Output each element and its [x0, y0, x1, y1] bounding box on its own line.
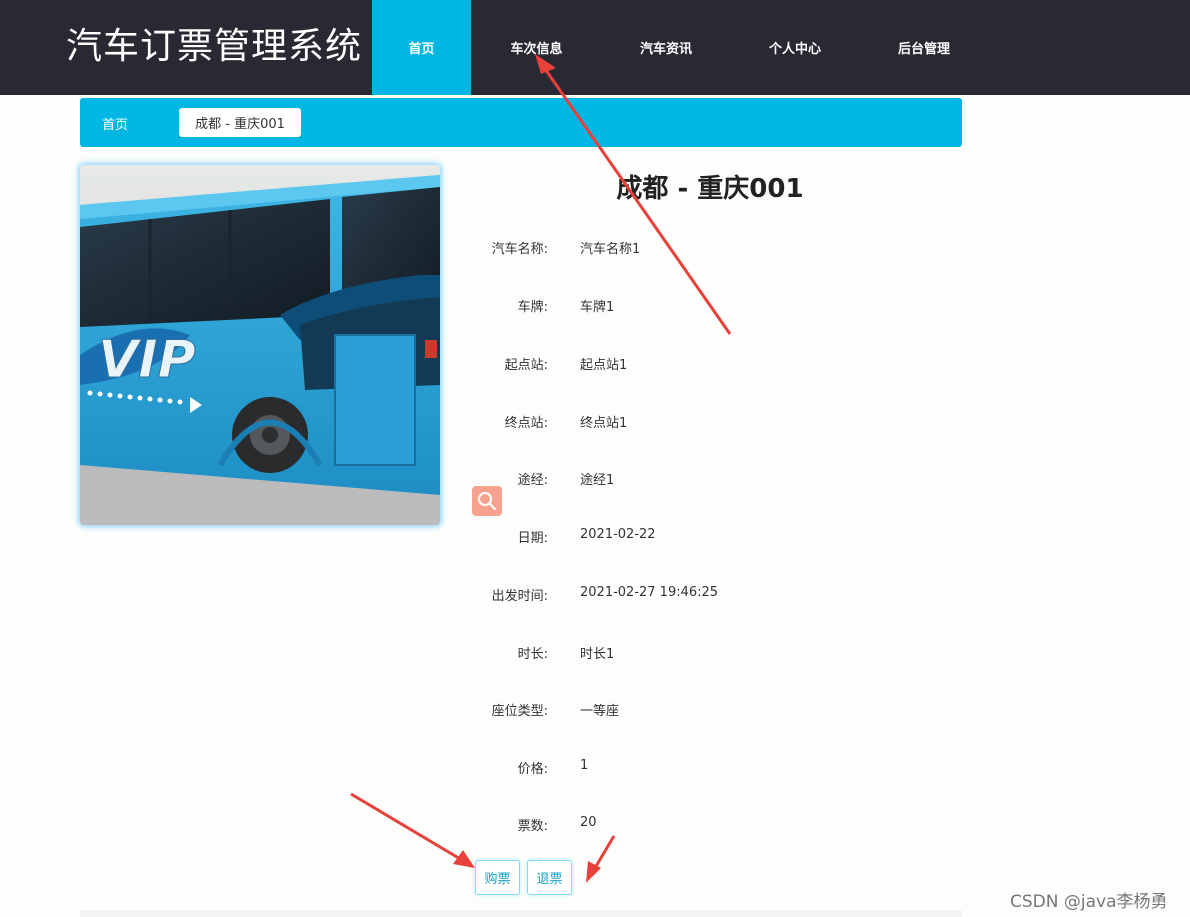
breadcrumb-home-link[interactable]: 首页: [102, 114, 128, 133]
field-label-duration: 时长:: [517, 647, 548, 662]
zoom-image-button[interactable]: [472, 486, 502, 516]
field-label-departure-time: 出发时间:: [491, 589, 548, 604]
main-nav: 首页 车次信息 汽车资讯 个人中心 后台管理: [372, 0, 988, 95]
field-label-plate: 车牌:: [517, 300, 548, 315]
field-label-seat-type: 座位类型:: [491, 704, 548, 719]
field-value-start-station: 起点站1: [580, 358, 628, 373]
arrow-to-refund-button: [590, 835, 616, 874]
field-value-departure-time: 2021-02-27 19:46:25: [580, 585, 719, 600]
magnifier-icon: [478, 492, 497, 511]
field-label-end-station: 终点站:: [504, 416, 548, 431]
bus-photo: VIP: [80, 165, 440, 525]
trip-title: 成都 - 重庆001: [616, 174, 804, 204]
field-value-plate: 车牌1: [580, 300, 615, 315]
buy-ticket-button[interactable]: 购票: [475, 860, 520, 895]
field-label-bus-name: 汽车名称:: [491, 242, 548, 257]
nav-item-home[interactable]: 首页: [372, 0, 471, 95]
breadcrumb: 首页 / 成都 - 重庆001: [80, 98, 962, 147]
nav-item-news[interactable]: 汽车资讯: [602, 0, 730, 95]
watermark-text: CSDN @java李杨勇: [1010, 892, 1168, 912]
bus-illustration: VIP: [80, 165, 440, 525]
field-value-via: 途经1: [580, 473, 615, 488]
footer-divider: [80, 910, 962, 917]
field-value-date: 2021-02-22: [580, 527, 656, 542]
field-label-start-station: 起点站:: [504, 358, 548, 373]
field-value-bus-name: 汽车名称1: [580, 242, 641, 257]
site-title: 汽车订票管理系统: [66, 26, 363, 67]
field-value-ticket-count: 20: [580, 815, 597, 830]
arrow-head-refund-button: [586, 861, 601, 883]
field-value-price: 1: [580, 758, 589, 773]
field-label-price: 价格:: [517, 762, 548, 777]
field-label-date: 日期:: [517, 531, 548, 546]
nav-item-profile[interactable]: 个人中心: [730, 0, 860, 95]
nav-item-trips[interactable]: 车次信息: [471, 0, 602, 95]
field-label-ticket-count: 票数:: [517, 819, 548, 834]
svg-text:VIP: VIP: [98, 330, 196, 390]
field-value-seat-type: 一等座: [580, 704, 620, 719]
refund-ticket-button[interactable]: 退票: [527, 860, 572, 895]
arrow-head-buy-button: [453, 850, 475, 868]
breadcrumb-current: 成都 - 重庆001: [179, 108, 301, 137]
top-navigation-bar: 汽车订票管理系统 首页 车次信息 汽车资讯 个人中心 后台管理: [0, 0, 1190, 95]
field-value-duration: 时长1: [580, 647, 615, 662]
field-value-end-station: 终点站1: [580, 416, 628, 431]
nav-item-admin[interactable]: 后台管理: [860, 0, 988, 95]
field-label-via: 途经:: [517, 473, 548, 488]
